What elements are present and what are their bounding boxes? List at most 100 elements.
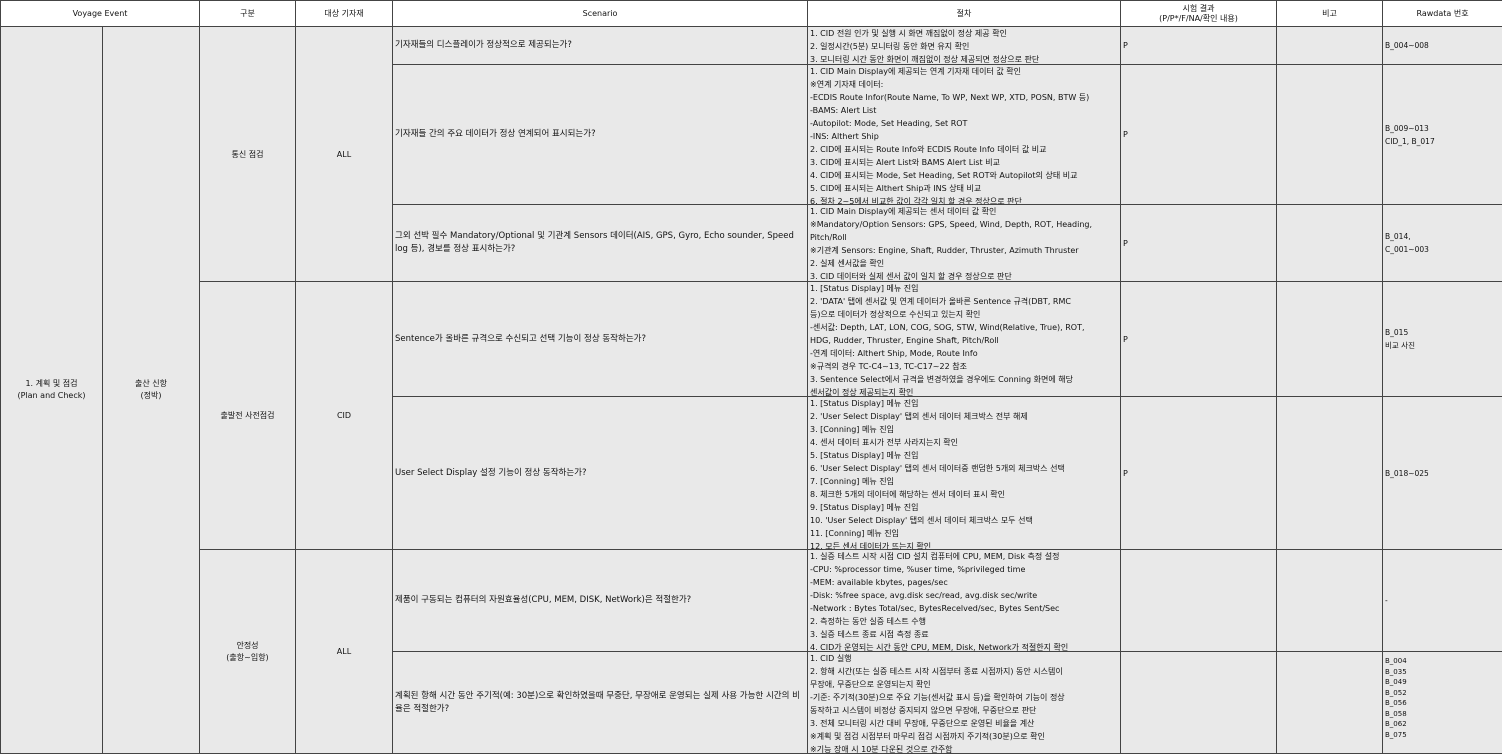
scenario-text: 기자재들의 디스플레이가 정상적으로 제공되는가? (395, 40, 572, 50)
remarks-cell[interactable] (1277, 397, 1383, 550)
procedure-line: 무장애, 무중단으로 운영되는지 확인 (810, 678, 1118, 691)
procedure-line: 6. 절차 2~5에서 비교한 값이 각각 일치 할 경우 정상으로 판단 (810, 195, 1118, 204)
rawdata-cell[interactable]: B_004~008 (1383, 27, 1502, 65)
procedure-cell[interactable]: 1. [Status Display] 메뉴 진입 2. 'DATA' 탭에 센… (808, 282, 1121, 397)
category-stability-cell[interactable]: 안정성 (출항~입항) (200, 550, 296, 754)
procedure-line: 4. CID가 운영되는 시간 동안 CPU, MEM, Disk, Netwo… (810, 641, 1118, 651)
procedure-line: 동작하고 시스템이 비정상 중지되지 않으면 무장애, 무중단으로 판단 (810, 704, 1118, 717)
rawdata-cell[interactable]: B_018~025 (1383, 397, 1502, 550)
procedure-line: 2. 'User Select Display' 탭의 센서 데이터 체크박스 … (810, 410, 1118, 423)
procedure-cell[interactable]: 1. 실증 테스트 시작 시점 CID 설치 컴퓨터에 CPU, MEM, Di… (808, 550, 1121, 652)
rawdata-line: - (1385, 594, 1500, 607)
procedure-line: ※기능 장애 시 10분 다운된 것으로 간주함 (810, 743, 1118, 753)
procedure-cell[interactable]: 1. CID Main Display에 제공되는 연계 기자재 데이터 값 확… (808, 65, 1121, 205)
rawdata-cell[interactable]: B_004 B_035 B_049 B_052 B_056 B_058 B_06… (1383, 652, 1502, 754)
procedure-line: 1. [Status Display] 메뉴 진입 (810, 282, 1118, 295)
result-cell[interactable]: P (1121, 65, 1277, 205)
rawdata-line: B_049 (1385, 677, 1500, 688)
scenario-cell[interactable]: 기자재들 간의 주요 데이터가 정상 연계되어 표시되는가? (393, 65, 808, 205)
rawdata-cell[interactable]: B_009~013 CID_1, B_017 (1383, 65, 1502, 205)
result-cell[interactable]: P (1121, 397, 1277, 550)
rawdata-line: B_052 (1385, 688, 1500, 699)
procedure-line: -Disk: %free space, avg.disk sec/read, a… (810, 589, 1118, 602)
procedure-cell[interactable]: 1. CID Main Display에 제공되는 센서 데이터 값 확인 ※M… (808, 205, 1121, 282)
remarks-cell[interactable] (1277, 27, 1383, 65)
voyage-level1-cell[interactable]: 1. 계획 및 점검 (Plan and Check) (1, 27, 103, 754)
result-cell[interactable]: P (1121, 205, 1277, 282)
remarks-cell[interactable] (1277, 652, 1383, 754)
result-cell[interactable] (1121, 550, 1277, 652)
category-comm-cell[interactable]: 통신 점검 (200, 27, 296, 282)
procedure-line: 3. CID에 표시되는 Alert List와 BAMS Alert List… (810, 156, 1118, 169)
rawdata-line: B_015 (1385, 326, 1500, 339)
remarks-cell[interactable] (1277, 65, 1383, 205)
procedure-line: 5. [Status Display] 메뉴 진입 (810, 449, 1118, 462)
result-cell[interactable] (1121, 652, 1277, 754)
header-rawdata[interactable]: Rawdata 번호 (1383, 1, 1502, 27)
result-text: P (1123, 335, 1128, 344)
procedure-line: 2. CID에 표시되는 Route Info와 ECDIS Route Inf… (810, 143, 1118, 156)
rawdata-line: C_001~003 (1385, 243, 1500, 256)
header-target-equipment[interactable]: 대상 기자재 (296, 1, 393, 27)
scenario-text: 제품이 구동되는 컴퓨터의 자원효율성(CPU, MEM, DISK, NetW… (395, 595, 691, 605)
procedure-cell[interactable]: 1. CID 실행 2. 항해 시간(또는 실증 테스트 시작 시점부터 종료 … (808, 652, 1121, 754)
remarks-cell[interactable] (1277, 282, 1383, 397)
procedure-line: HDG, Rudder, Thruster, Engine Shaft, Pit… (810, 334, 1118, 347)
procedure-line: 3. 모니터링 시간 동안 화면이 깨짐없이 정상 제공되면 정상으로 판단 (810, 53, 1118, 64)
header-test-result[interactable]: 시험 결과 (P/P*/F/NA/확인 내용) (1121, 1, 1277, 27)
rawdata-line: B_035 (1385, 667, 1500, 678)
procedure-line: 1. CID Main Display에 제공되는 센서 데이터 값 확인 (810, 205, 1118, 218)
procedure-line: 10. 'User Select Display' 탭의 센서 데이터 체크박스… (810, 514, 1118, 527)
scenario-cell[interactable]: 계획된 항해 시간 동안 주기적(예: 30분)으로 확인하였을때 무중단, 무… (393, 652, 808, 754)
target-all-cell[interactable]: ALL (296, 27, 393, 282)
remarks-cell[interactable] (1277, 550, 1383, 652)
procedure-cell[interactable]: 1. [Status Display] 메뉴 진입 2. 'User Selec… (808, 397, 1121, 550)
procedure-line: 9. [Status Display] 메뉴 진입 (810, 501, 1118, 514)
procedure-line: -센서값: Depth, LAT, LON, COG, SOG, STW, Wi… (810, 321, 1118, 334)
procedure-line: -Network : Bytes Total/sec, BytesRecelve… (810, 602, 1118, 615)
scenario-cell[interactable]: 제품이 구동되는 컴퓨터의 자원효율성(CPU, MEM, DISK, NetW… (393, 550, 808, 652)
header-category[interactable]: 구분 (200, 1, 296, 27)
rawdata-line: B_014, (1385, 230, 1500, 243)
target-cid-cell[interactable]: CID (296, 282, 393, 550)
target-all2-cell[interactable]: ALL (296, 550, 393, 754)
scenario-cell[interactable]: 기자재들의 디스플레이가 정상적으로 제공되는가? (393, 27, 808, 65)
procedure-line: 1. [Status Display] 메뉴 진입 (810, 397, 1118, 410)
rawdata-cell[interactable]: - (1383, 550, 1502, 652)
rawdata-cell[interactable]: B_014, C_001~003 (1383, 205, 1502, 282)
header-row: Voyage Event 구분 대상 기자재 Scenario 절차 시험 결과… (1, 1, 1502, 27)
procedure-line: 8. 체크한 5개의 데이터에 해당하는 센서 데이터 표시 확인 (810, 488, 1118, 501)
table-row: 출발전 사전점검 CID Sentence가 올바른 규격으로 수신되고 선택 … (1, 282, 1502, 397)
rawdata-line: CID_1, B_017 (1385, 135, 1500, 148)
remarks-cell[interactable] (1277, 205, 1383, 282)
header-procedure[interactable]: 절차 (808, 1, 1121, 27)
procedure-line: 2. 항해 시간(또는 실증 테스트 시작 시점부터 종료 시점까지) 동안 시… (810, 665, 1118, 678)
scenario-cell[interactable]: User Select Display 설정 기능이 정상 동작하는가? (393, 397, 808, 550)
procedure-line: 4. 센서 데이터 표시가 전부 사라지는지 확인 (810, 436, 1118, 449)
table-row: 1. 계획 및 점검 (Plan and Check) 출산 신항 (정박) 통… (1, 27, 1502, 65)
procedure-line: -MEM: available kbytes, pages/sec (810, 576, 1118, 589)
rawdata-line: B_075 (1385, 730, 1500, 741)
header-remarks[interactable]: 비고 (1277, 1, 1383, 27)
header-voyage-event[interactable]: Voyage Event (1, 1, 200, 27)
procedure-line: -연계 데이터: Althert Ship, Mode, Route Info (810, 347, 1118, 360)
rawdata-line: B_004 (1385, 656, 1500, 667)
procedure-line: 3. 실증 테스트 종료 시점 측정 종료 (810, 628, 1118, 641)
procedure-line: ※연계 기자재 데이터: (810, 78, 1118, 91)
procedure-line: 2. 측정하는 동안 실증 테스트 수행 (810, 615, 1118, 628)
procedure-line: 3. [Conning] 메뉴 진입 (810, 423, 1118, 436)
rawdata-line: B_058 (1385, 709, 1500, 720)
category-prep-cell[interactable]: 출발전 사전점검 (200, 282, 296, 550)
voyage-level2-cell[interactable]: 출산 신항 (정박) (103, 27, 200, 754)
procedure-line: -기준: 주기적(30분)으로 주요 기능(센서값 표시 등)을 확인하여 기능… (810, 691, 1118, 704)
procedure-line: 1. 실증 테스트 시작 시점 CID 설치 컴퓨터에 CPU, MEM, Di… (810, 550, 1118, 563)
scenario-cell[interactable]: Sentence가 올바른 규격으로 수신되고 선택 기능이 정상 동작하는가? (393, 282, 808, 397)
procedure-cell[interactable]: 1. CID 전원 인가 및 실행 시 화면 깨짐없이 정상 제공 확인 2. … (808, 27, 1121, 65)
result-cell[interactable]: P (1121, 282, 1277, 397)
rawdata-cell[interactable]: B_015 비교 사진 (1383, 282, 1502, 397)
scenario-cell[interactable]: 그외 선박 필수 Mandatory/Optional 및 기관계 Sensor… (393, 205, 808, 282)
header-scenario[interactable]: Scenario (393, 1, 808, 27)
result-cell[interactable]: P (1121, 27, 1277, 65)
procedure-line: -BAMS: Alert List (810, 104, 1118, 117)
scenario-text: 그외 선박 필수 Mandatory/Optional 및 기관계 Sensor… (395, 231, 794, 254)
